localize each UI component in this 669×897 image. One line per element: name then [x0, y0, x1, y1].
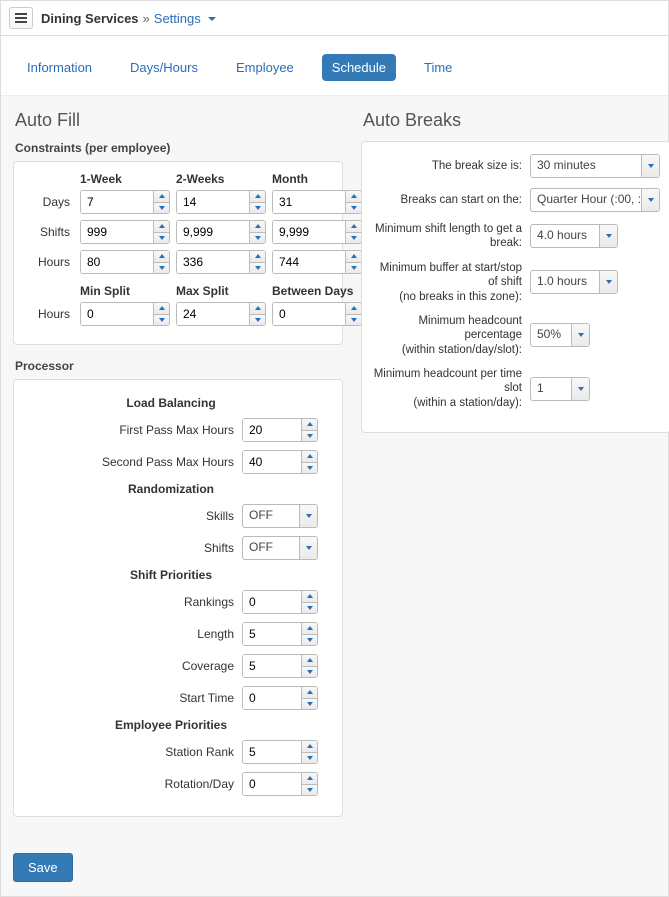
caret-down-icon [208, 17, 216, 21]
rankings-input[interactable] [242, 590, 318, 614]
shifts-month-input[interactable] [272, 220, 362, 244]
rankings-label: Rankings [24, 595, 234, 609]
station-rank-input[interactable] [242, 740, 318, 764]
days-month-input[interactable] [272, 190, 362, 214]
row-shifts-label: Shifts [24, 225, 74, 239]
breadcrumb-separator: » [143, 11, 150, 26]
min-buffer-label: Minimum buffer at start/stop of shift (n… [372, 261, 522, 304]
skills-label: Skills [24, 509, 234, 523]
autofill-title: Auto Fill [15, 110, 343, 131]
breadcrumb-root: Dining Services [41, 11, 139, 26]
employee-priorities-title: Employee Priorities [24, 718, 318, 732]
skills-select[interactable]: OFF [242, 504, 318, 528]
tab-schedule[interactable]: Schedule [322, 54, 396, 81]
row-hours-label: Hours [24, 255, 74, 269]
rotation-input[interactable] [242, 772, 318, 796]
coverage-label: Coverage [24, 659, 234, 673]
start-on-label: Breaks can start on the: [372, 193, 522, 207]
load-balancing-title: Load Balancing [24, 396, 318, 410]
min-shift-select[interactable]: 4.0 hours [530, 224, 618, 248]
shift-priorities-title: Shift Priorities [24, 568, 318, 582]
col-max-split: Max Split [176, 284, 266, 298]
second-pass-label: Second Pass Max Hours [24, 455, 234, 469]
shifts-1week-input[interactable] [80, 220, 170, 244]
constraints-panel: 1-Week 2-Weeks Month Days Shifts [13, 161, 343, 345]
min-buffer-select[interactable]: 1.0 hours [530, 270, 618, 294]
shifts-rand-select[interactable]: OFF [242, 536, 318, 560]
break-size-label: The break size is: [372, 159, 522, 173]
col-min-split: Min Split [80, 284, 170, 298]
hours-1week-input[interactable] [80, 250, 170, 274]
tab-days-hours[interactable]: Days/Hours [120, 54, 208, 81]
length-input[interactable] [242, 622, 318, 646]
tab-information[interactable]: Information [17, 54, 102, 81]
min-headcount-slot-select[interactable]: 1 [530, 377, 590, 401]
row-days-label: Days [24, 195, 74, 209]
hours-2weeks-input[interactable] [176, 250, 266, 274]
auto-breaks-panel: The break size is: 30 minutes Breaks can… [361, 141, 669, 433]
col-between-days: Between Days [272, 284, 362, 298]
min-headcount-pct-select[interactable]: 50% [530, 323, 590, 347]
auto-breaks-title: Auto Breaks [363, 110, 669, 131]
tabs: Information Days/Hours Employee Schedule… [1, 36, 668, 95]
tab-employee[interactable]: Employee [226, 54, 304, 81]
break-size-select[interactable]: 30 minutes [530, 154, 660, 178]
start-on-select[interactable]: Quarter Hour (:00, :15, :30, :45) [530, 188, 660, 212]
min-shift-label: Minimum shift length to get a break: [372, 222, 522, 251]
shifts-rand-label: Shifts [24, 541, 234, 555]
between-days-input[interactable] [272, 302, 362, 326]
max-split-input[interactable] [176, 302, 266, 326]
min-split-input[interactable] [80, 302, 170, 326]
col-2weeks: 2-Weeks [176, 172, 266, 186]
tab-time[interactable]: Time [414, 54, 462, 81]
coverage-input[interactable] [242, 654, 318, 678]
first-pass-input[interactable] [242, 418, 318, 442]
hours-month-input[interactable] [272, 250, 362, 274]
randomization-title: Randomization [24, 482, 318, 496]
days-2weeks-input[interactable] [176, 190, 266, 214]
start-time-label: Start Time [24, 691, 234, 705]
rotation-label: Rotation/Day [24, 777, 234, 791]
processor-panel: Load Balancing First Pass Max Hours Seco… [13, 379, 343, 817]
min-headcount-pct-label: Minimum headcount percentage (within sta… [372, 314, 522, 357]
topbar: Dining Services » Settings [1, 1, 668, 36]
length-label: Length [24, 627, 234, 641]
station-rank-label: Station Rank [24, 745, 234, 759]
second-pass-input[interactable] [242, 450, 318, 474]
save-button[interactable]: Save [13, 853, 73, 882]
constraints-title: Constraints (per employee) [15, 141, 343, 155]
breadcrumb-current-label: Settings [154, 11, 201, 26]
menu-button[interactable] [9, 7, 33, 29]
col-month: Month [272, 172, 362, 186]
shifts-2weeks-input[interactable] [176, 220, 266, 244]
breadcrumb-settings[interactable]: Settings [154, 11, 217, 26]
col-1week: 1-Week [80, 172, 170, 186]
menu-icon [15, 13, 27, 23]
first-pass-label: First Pass Max Hours [24, 423, 234, 437]
days-1week-input[interactable] [80, 190, 170, 214]
start-time-input[interactable] [242, 686, 318, 710]
row-split-hours-label: Hours [24, 307, 74, 321]
processor-title: Processor [15, 359, 343, 373]
min-headcount-slot-label: Minimum headcount per time slot (within … [372, 367, 522, 410]
